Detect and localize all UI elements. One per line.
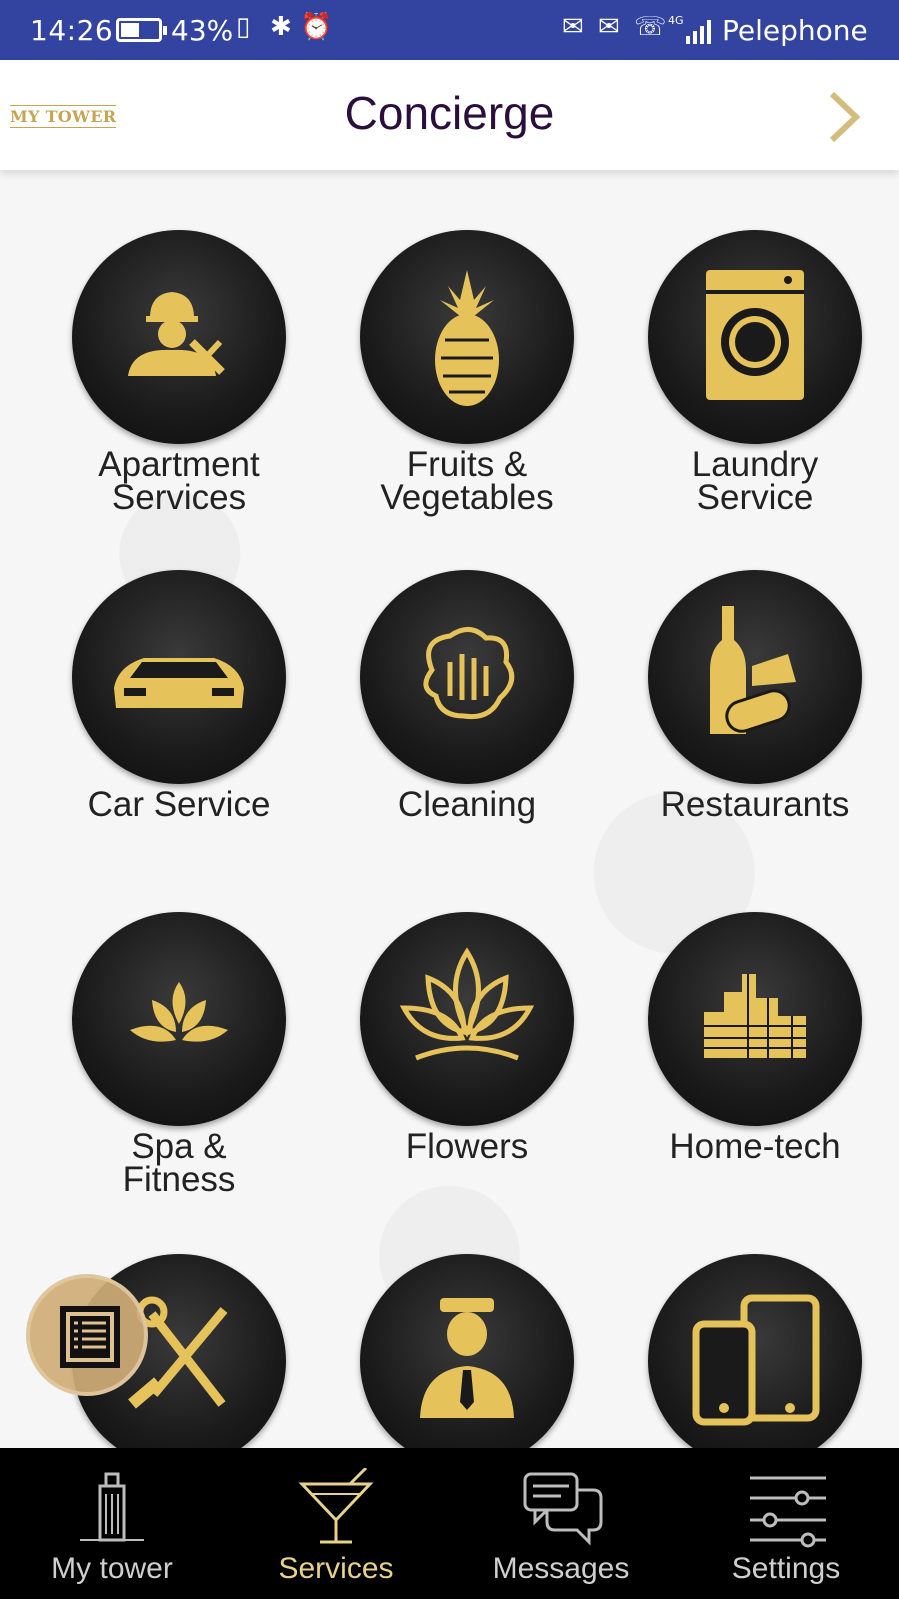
signal-icon: [686, 18, 718, 44]
nav-settings[interactable]: Settings: [674, 1448, 898, 1599]
lotus-icon: [130, 982, 228, 1042]
doorman-icon: [420, 1298, 514, 1418]
page-title: Concierge: [344, 87, 555, 139]
service-icon-circle: [648, 570, 862, 784]
service-label: Home-tech: [669, 1127, 841, 1166]
list-icon: [60, 1306, 120, 1368]
vibrate-icon: ▯: [236, 12, 251, 42]
nav-label: Services: [278, 1552, 394, 1585]
battery-icon: [116, 18, 167, 42]
cocktail-icon: [298, 1468, 374, 1544]
service-icon-circle: [648, 1254, 862, 1448]
buildings-icon: [704, 974, 806, 1058]
service-label: Cleaning: [397, 785, 537, 824]
tower-icon: [80, 1472, 144, 1542]
bottom-navigation: My tower Services Messages Settings: [0, 1448, 899, 1599]
service-label: Restaurants: [660, 785, 850, 824]
nav-label: Messages: [492, 1552, 630, 1585]
service-icon-circle: [72, 230, 286, 444]
car-icon: [114, 658, 244, 708]
nav-services[interactable]: Services: [224, 1448, 448, 1599]
devices-icon: [692, 1294, 820, 1426]
washing-machine-icon: [706, 270, 804, 400]
pineapple-icon: [435, 270, 499, 406]
service-icon-circle: [360, 1254, 574, 1448]
alarm-icon: ⏰: [300, 12, 333, 42]
nav-label: My tower: [51, 1552, 173, 1585]
service-label: Apartment Services: [98, 445, 260, 517]
cleaning-glove-icon: [423, 627, 515, 720]
whatsapp-icon: ☏: [634, 12, 667, 42]
chevron-right-icon[interactable]: [820, 90, 868, 144]
service-icon-circle: [360, 570, 574, 784]
chat-bubbles-icon: [523, 1472, 603, 1546]
service-label: Fruits & Vegetables: [380, 445, 554, 517]
service-icon-circle: [648, 912, 862, 1126]
handyman-icon: [128, 292, 225, 376]
service-icon-circle: [72, 912, 286, 1126]
list-fab-button[interactable]: [26, 1274, 148, 1396]
service-label: Spa & Fitness: [122, 1127, 236, 1199]
service-label: Car Service: [87, 785, 271, 824]
nav-label: Settings: [731, 1552, 841, 1585]
sliders-icon: [750, 1476, 826, 1548]
app-header: MY TOWER Concierge: [0, 60, 899, 170]
nav-messages[interactable]: Messages: [449, 1448, 673, 1599]
status-time: 14:26: [30, 14, 114, 47]
service-label: Flowers: [405, 1127, 529, 1166]
service-label: Laundry Service: [691, 445, 819, 517]
service-icon-circle: [360, 912, 574, 1126]
nav-my-tower[interactable]: My tower: [0, 1448, 224, 1599]
status-bar: 14:26 43% ▯ ✱ ⏰ ✉ ✉ ☏ 4G Pelephone: [0, 0, 899, 60]
flower-icon: [399, 947, 535, 1061]
services-grid: Apartment Services Fruits & Vegetables L…: [0, 170, 899, 1448]
mail-icon: ✉: [598, 12, 620, 42]
bluetooth-icon: ✱: [270, 12, 292, 42]
gmail-icon: ✉: [562, 12, 584, 42]
carrier-name: Pelephone: [722, 14, 868, 47]
service-icon-circle: [72, 570, 286, 784]
service-icon-circle: [648, 230, 862, 444]
service-icon-circle: [360, 230, 574, 444]
network-type: 4G: [668, 14, 684, 27]
wine-cheese-icon: [710, 606, 796, 734]
battery-percent: 43%: [171, 14, 234, 47]
